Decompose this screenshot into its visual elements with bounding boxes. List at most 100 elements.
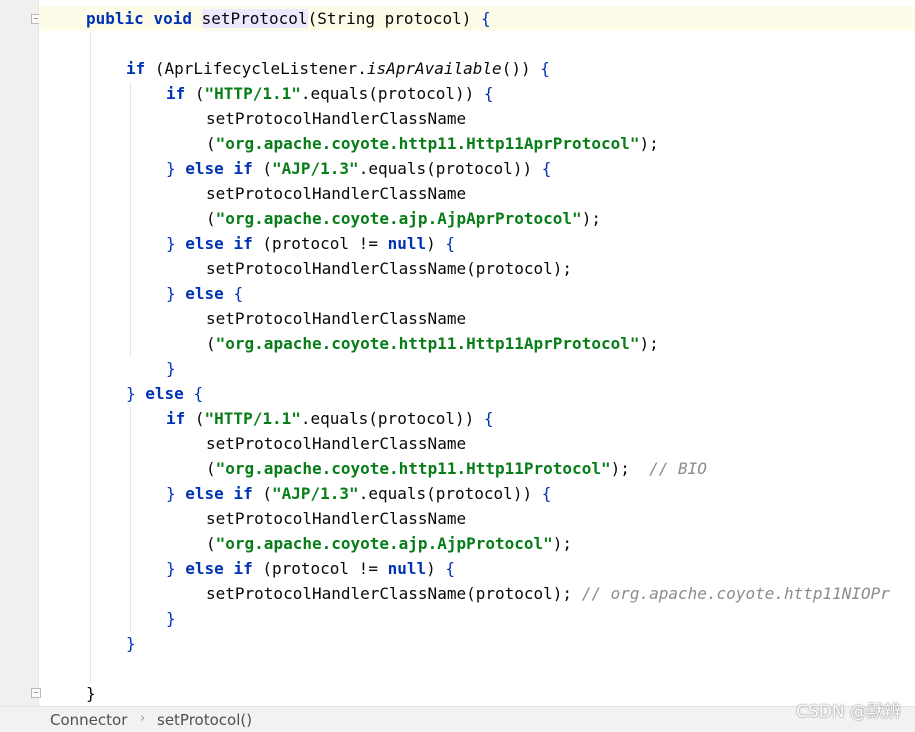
code-token: public: [86, 9, 144, 28]
code-token: setProtocolHandlerClassName: [206, 184, 467, 203]
code-token: else: [185, 284, 224, 303]
code-line[interactable]: setProtocolHandlerClassName: [206, 106, 466, 131]
breadcrumb-class[interactable]: Connector: [50, 711, 127, 729]
code-line[interactable]: setProtocolHandlerClassName: [206, 506, 466, 531]
code-token: );: [610, 459, 650, 478]
code-token: {: [480, 9, 491, 28]
code-token: "org.apache.coyote.ajp.AjpAprProtocol": [215, 209, 582, 228]
code-line[interactable]: setProtocolHandlerClassName: [206, 181, 466, 206]
code-token: (: [206, 334, 216, 353]
code-token: void: [153, 9, 192, 28]
code-token: "HTTP/1.1": [204, 84, 301, 103]
code-editor[interactable]: public void setProtocol(String protocol)…: [0, 0, 915, 706]
code-token: (: [252, 484, 272, 503]
code-token: .equals(protocol)): [358, 484, 542, 503]
code-token: {: [193, 384, 204, 403]
code-line[interactable]: ("org.apache.coyote.http11.Http11AprProt…: [206, 131, 659, 156]
code-token: if: [233, 484, 253, 503]
code-token: setProtocol: [201, 9, 308, 28]
code-token: .equals(protocol)): [300, 84, 484, 103]
code-token: {: [540, 59, 550, 78]
code-token: else: [185, 234, 224, 253]
code-token: }: [166, 359, 176, 378]
code-token: "org.apache.coyote.http11.Http11AprProto…: [215, 134, 640, 153]
breadcrumb-method[interactable]: setProtocol(): [157, 711, 252, 729]
code-token: }: [166, 234, 176, 253]
code-token: // org.apache.coyote.http11NIOPr: [581, 584, 890, 603]
fold-end-icon[interactable]: [31, 688, 41, 698]
code-token: else: [185, 159, 224, 178]
code-token: .equals(protocol)): [300, 409, 484, 428]
code-line[interactable]: }: [86, 681, 96, 706]
code-line[interactable]: ("org.apache.coyote.ajp.AjpAprProtocol")…: [206, 206, 601, 231]
code-line[interactable]: } else {: [166, 281, 243, 306]
code-token: }: [166, 159, 176, 178]
code-token: ()): [501, 59, 541, 78]
code-token: {: [483, 84, 494, 103]
code-token: "AJP/1.3": [271, 484, 359, 503]
code-token: if: [233, 234, 253, 253]
code-token: {: [483, 409, 494, 428]
code-line[interactable]: ("org.apache.coyote.http11.Http11AprProt…: [206, 331, 659, 356]
code-token: else: [185, 559, 224, 578]
code-line[interactable]: } else if (protocol != null) {: [166, 231, 455, 256]
code-token: (: [206, 134, 216, 153]
code-token: (: [185, 409, 205, 428]
code-token: (protocol !=: [252, 234, 388, 253]
code-line[interactable]: } else {: [126, 381, 203, 406]
code-line[interactable]: if ("HTTP/1.1".equals(protocol)) {: [166, 81, 494, 106]
code-line[interactable]: setProtocolHandlerClassName(protocol); /…: [206, 581, 890, 606]
code-token: );: [639, 334, 659, 353]
code-line[interactable]: } else if ("AJP/1.3".equals(protocol)) {: [166, 156, 551, 181]
code-token: ): [426, 559, 446, 578]
code-token: (: [206, 209, 216, 228]
code-line[interactable]: } else if (protocol != null) {: [166, 556, 455, 581]
code-line[interactable]: }: [126, 631, 136, 656]
indent-guide: [130, 407, 131, 632]
code-line[interactable]: setProtocolHandlerClassName: [206, 431, 466, 456]
indent-guide: [130, 82, 131, 357]
code-token: "AJP/1.3": [271, 159, 359, 178]
code-token: isAprAvailable: [366, 59, 502, 78]
code-token: );: [552, 534, 573, 553]
code-token: (protocol !=: [252, 559, 388, 578]
code-line[interactable]: } else if ("AJP/1.3".equals(protocol)) {: [166, 481, 551, 506]
code-token: }: [166, 484, 176, 503]
code-token: null: [387, 234, 427, 253]
code-line[interactable]: setProtocolHandlerClassName: [206, 306, 466, 331]
code-line[interactable]: ("org.apache.coyote.http11.Http11Protoco…: [206, 456, 707, 481]
code-token: ): [426, 234, 446, 253]
code-token: if: [126, 59, 146, 78]
code-line[interactable]: setProtocolHandlerClassName(protocol);: [206, 256, 572, 281]
code-token: "org.apache.coyote.http11.Http11AprProto…: [215, 334, 640, 353]
code-token: if: [166, 84, 186, 103]
code-token: }: [126, 384, 136, 403]
code-line[interactable]: ("org.apache.coyote.ajp.AjpProtocol");: [206, 531, 572, 556]
code-token: setProtocolHandlerClassName(protocol);: [206, 259, 573, 278]
code-line[interactable]: if (AprLifecycleListener.isAprAvailable(…: [126, 56, 550, 81]
code-line[interactable]: }: [166, 356, 176, 381]
code-token: );: [639, 134, 659, 153]
code-token: (: [206, 459, 216, 478]
code-token: (: [185, 84, 205, 103]
code-token: {: [541, 484, 552, 503]
code-line[interactable]: if ("HTTP/1.1".equals(protocol)) {: [166, 406, 494, 431]
editor-gutter[interactable]: [0, 0, 41, 706]
code-token: .equals(protocol)): [358, 159, 542, 178]
code-line[interactable]: }: [166, 606, 176, 631]
code-token: }: [126, 634, 136, 653]
code-token: null: [387, 559, 427, 578]
code-token: "HTTP/1.1": [204, 409, 301, 428]
code-line[interactable]: public void setProtocol(String protocol)…: [86, 6, 491, 31]
